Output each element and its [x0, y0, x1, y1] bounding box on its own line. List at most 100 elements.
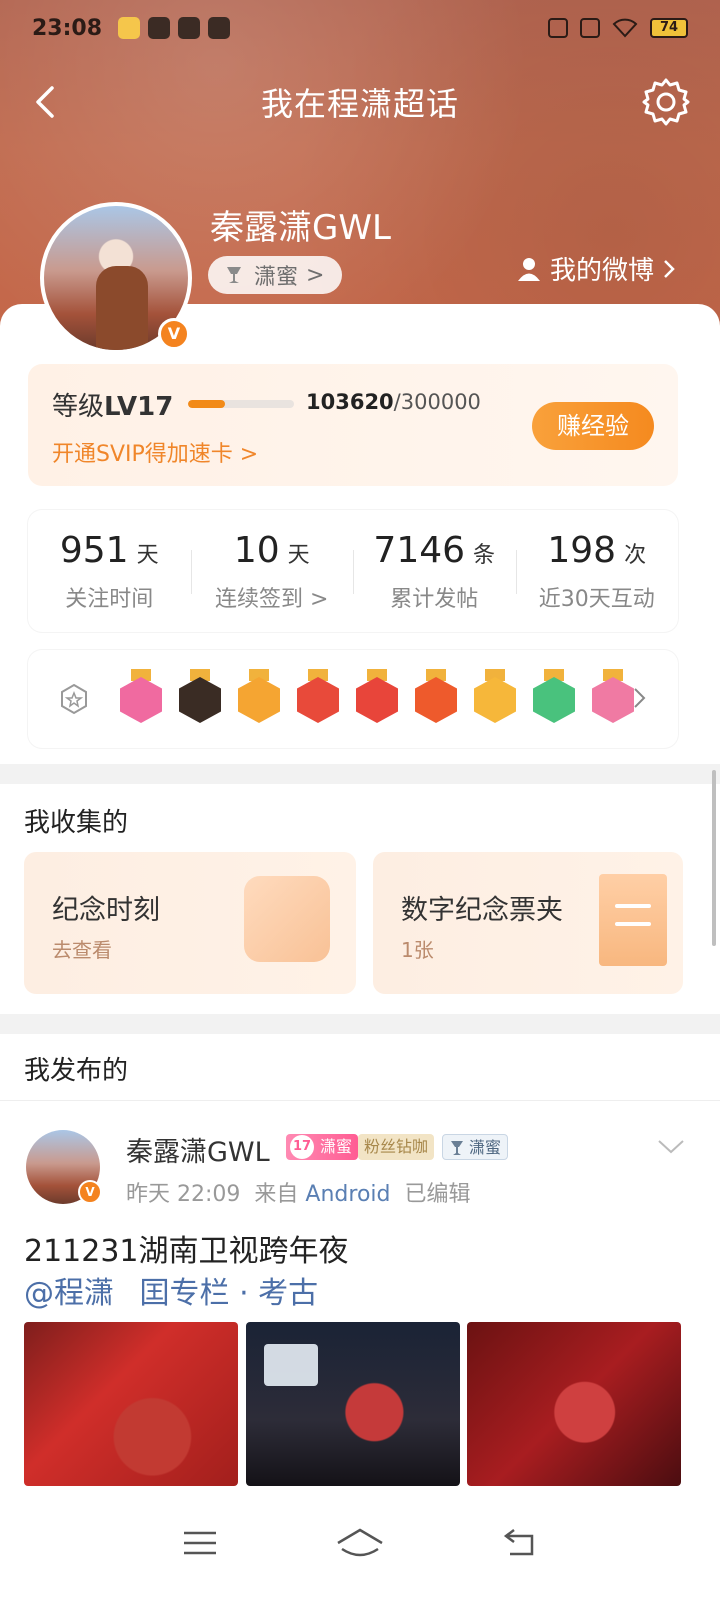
post-photo[interactable]: [467, 1322, 681, 1486]
divider: [0, 1100, 720, 1101]
ticket-illustration-icon: [599, 874, 667, 966]
back-icon[interactable]: [26, 80, 70, 124]
top-nav: 我在程潇超话: [0, 70, 720, 134]
my-weibo-label: 我的微博: [549, 256, 654, 286]
badge-medal-icon[interactable]: [177, 669, 223, 729]
my-weibo-link[interactable]: 我的微博: [516, 250, 676, 287]
status-bar: 23:08 74: [0, 0, 720, 56]
trophy-icon: [227, 267, 241, 283]
battery-icon: 74: [650, 18, 688, 38]
back-arrow-icon: [503, 1529, 534, 1556]
post-author-name[interactable]: 秦露潇GWL: [126, 1130, 270, 1169]
verified-badge-icon: V: [158, 318, 190, 350]
chevron-down-icon[interactable]: [656, 1138, 686, 1156]
card-title: 数字纪念票夹: [401, 895, 563, 926]
stat-unit: 天: [287, 543, 310, 568]
stat-interactions: 198 次 近30天互动: [515, 510, 679, 632]
card-title: 纪念时刻: [52, 895, 160, 926]
stat-value: 7146: [373, 530, 466, 571]
badge-medal-icon[interactable]: [236, 669, 282, 729]
stat-total-posts: 7146 条 累计发帖: [353, 510, 516, 632]
published-title: 我发布的: [24, 1056, 129, 1086]
badge-medal-icon[interactable]: [590, 669, 636, 729]
collected-title: 我收集的: [24, 808, 129, 838]
commemorative-moments-card[interactable]: 纪念时刻 去查看: [24, 852, 356, 994]
level-tag: 17 潇蜜: [286, 1134, 359, 1160]
menu-button[interactable]: [170, 1521, 230, 1565]
level-prefix: 等级: [52, 392, 105, 422]
weibo-notification-icon: [118, 17, 141, 39]
svip-promo-link[interactable]: 开通SVIP得加速卡 >: [52, 436, 258, 468]
stat-unit: 次: [624, 543, 647, 568]
home-icon: [337, 1528, 383, 1557]
post-photo[interactable]: [246, 1322, 460, 1486]
level-label: 等级LV17: [52, 386, 173, 423]
earn-exp-button[interactable]: 赚经验: [532, 402, 654, 450]
fan-group-chip[interactable]: 潇蜜 >: [208, 256, 343, 294]
calendar-illustration-icon: [244, 876, 330, 962]
badge-row: [118, 669, 649, 729]
post-links: @程潇 囯专栏 · 考古: [24, 1268, 334, 1312]
badge-medal-icon[interactable]: [118, 669, 164, 729]
digital-ticket-card[interactable]: 数字纪念票夹 1张: [373, 852, 683, 994]
stat-checkin-days[interactable]: 10 天 连续签到 >: [190, 510, 354, 632]
card-subtitle: 去查看: [52, 938, 112, 962]
chevron-right-icon: [664, 259, 675, 278]
page-title: 我在程潇超话: [260, 85, 459, 123]
level-tag-number: 17: [290, 1135, 314, 1159]
scrollbar[interactable]: [712, 770, 716, 946]
post-meta: 昨天 22:09 来自 Android 已编辑: [126, 1176, 471, 1208]
badge-wall-icon: [61, 683, 87, 715]
total-exp: /300000: [393, 390, 481, 414]
menu-icon: [184, 1531, 216, 1555]
mention-link[interactable]: @程潇: [24, 1276, 114, 1311]
stat-label: 关注时间: [65, 587, 154, 612]
back-button[interactable]: [490, 1521, 550, 1565]
card-subtitle: 1张: [401, 938, 434, 962]
level-progress-fill: [188, 400, 225, 408]
status-time: 23:08: [32, 15, 103, 41]
stat-label: 近30天互动: [538, 587, 655, 612]
media-notification-icon: [208, 17, 231, 39]
wifi-icon: [612, 18, 638, 38]
exp-text: 103620/300000: [306, 390, 481, 414]
fan-tag: 粉丝钻咖: [358, 1134, 435, 1160]
stat-unit: 条: [473, 543, 496, 568]
trophy-icon: [451, 1141, 463, 1155]
post-photo[interactable]: [24, 1322, 238, 1486]
user-icon: [517, 257, 540, 281]
chevron-right-icon: >: [306, 262, 325, 288]
badge-wall[interactable]: [28, 650, 678, 748]
mute-icon: [548, 18, 568, 38]
level-progress-bar: [188, 400, 294, 408]
badge-medal-icon[interactable]: [413, 669, 459, 729]
stats-panel: 951 天 关注时间 10 天 连续签到 > 7146 条 累计发帖 198 次 近30…: [28, 510, 678, 632]
stat-value: 951: [59, 530, 129, 571]
sim-icon: [580, 18, 600, 38]
system-nav-bar: [0, 1486, 720, 1600]
profile-username: 秦露潇GWL: [210, 208, 391, 248]
stat-label: 累计发帖: [390, 587, 479, 612]
column-link[interactable]: 囯专栏 · 考古: [140, 1276, 319, 1311]
post-source-prefix: 来自: [254, 1182, 299, 1207]
post-time: 昨天 22:09: [126, 1182, 241, 1207]
badge-medal-icon[interactable]: [531, 669, 577, 729]
home-button[interactable]: [330, 1521, 390, 1565]
post-edited-label[interactable]: 已编辑: [404, 1182, 470, 1207]
stat-value: 10: [233, 530, 280, 571]
badge-medal-icon[interactable]: [472, 669, 518, 729]
post-source[interactable]: Android: [305, 1182, 390, 1207]
level-value: LV17: [104, 392, 174, 422]
chevron-right-icon[interactable]: [632, 686, 648, 710]
post-text: 211231湖南卫视跨年夜: [24, 1234, 349, 1269]
stat-label: 连续签到 >: [215, 587, 329, 612]
badge-medal-icon[interactable]: [354, 669, 400, 729]
stat-follow-days: 951 天 关注时间: [28, 510, 191, 632]
mail-notification-icon: [178, 17, 201, 39]
badge-medal-icon[interactable]: [295, 669, 341, 729]
stat-unit: 天: [136, 543, 159, 568]
tiktok-notification-icon: [148, 17, 171, 39]
settings-gear-icon[interactable]: [640, 76, 692, 128]
fan-group-label: 潇蜜: [254, 265, 299, 290]
current-exp: 103620: [306, 390, 394, 414]
